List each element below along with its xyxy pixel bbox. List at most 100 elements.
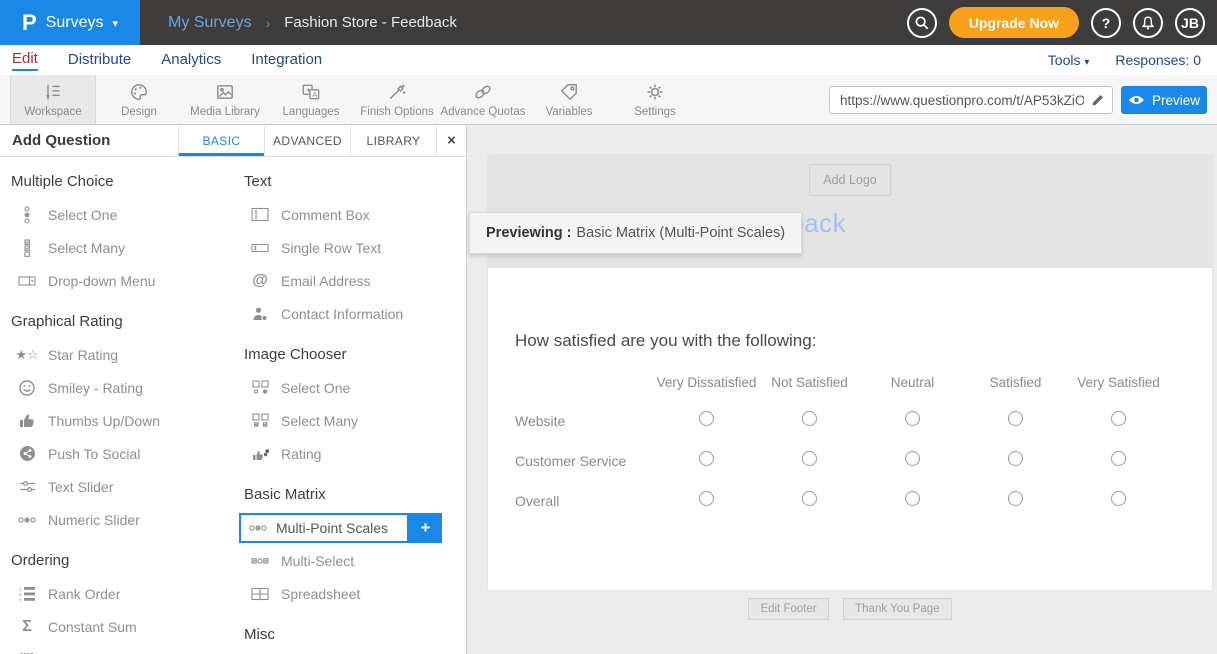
tab-library[interactable]: LIBRARY [350, 125, 436, 156]
matrix-radio[interactable] [802, 451, 817, 466]
dropdown-box-icon [17, 274, 37, 288]
qtype-select-one[interactable]: Select One [0, 198, 117, 231]
help-button[interactable]: ? [1091, 8, 1121, 38]
tools-menu[interactable]: Tools ▾ [1048, 52, 1090, 68]
matrix-row-overall: Overall [515, 481, 1170, 521]
matrix-radio[interactable] [1111, 411, 1126, 426]
main-area: Add Question BASIC ADVANCED LIBRARY × Mu… [0, 125, 1217, 654]
question-col-1: Multiple Choice Select One Select Many D… [0, 157, 233, 654]
svg-text:2: 2 [19, 592, 22, 597]
toolbar-media-library[interactable]: Media Library [182, 75, 268, 124]
matrix-radio[interactable] [1111, 451, 1126, 466]
contact-person-icon [250, 306, 270, 322]
qtype-single-row-text[interactable]: Single Row Text [233, 231, 381, 264]
qtype-drag-and-drop[interactable]: Drag and Drop [0, 643, 140, 654]
tab-analytics[interactable]: Analytics [161, 51, 221, 70]
qtype-rank-order[interactable]: 123 Rank Order [0, 577, 120, 610]
image-icon [215, 81, 235, 103]
preview-button[interactable]: Preview [1121, 86, 1207, 114]
svg-text:A: A [312, 90, 317, 99]
qtype-select-many[interactable]: Select Many [0, 231, 125, 264]
toolbar-languages[interactable]: ✶A Languages [268, 75, 354, 124]
previewing-badge: Previewing : Basic Matrix (Multi-Point S… [469, 212, 802, 254]
qtype-image-rating[interactable]: Rating [233, 437, 321, 470]
qtype-dropdown-menu[interactable]: Drop-down Menu [0, 264, 155, 297]
breadcrumb-separator: › [266, 15, 271, 31]
notifications-button[interactable] [1133, 8, 1163, 38]
qtype-text-slider[interactable]: Text Slider [0, 470, 113, 503]
tag-icon [559, 81, 579, 103]
qtype-email-address[interactable]: @ Email Address [233, 264, 370, 297]
add-question-plus-button[interactable]: + [409, 513, 442, 543]
qtype-smiley-rating[interactable]: Smiley - Rating [0, 371, 143, 404]
tab-integration[interactable]: Integration [251, 51, 322, 70]
matrix-radio[interactable] [1111, 491, 1126, 506]
avatar-initials: JB [1181, 15, 1199, 31]
breadcrumb-my-surveys[interactable]: My Surveys [168, 14, 252, 32]
topbar-actions: Upgrade Now ? JB [907, 7, 1217, 38]
numbered-list-icon: 123 [17, 586, 37, 602]
toolbar-settings[interactable]: Settings [612, 75, 698, 124]
matrix-row-label: Overall [515, 481, 655, 521]
qtype-push-to-social[interactable]: Push To Social [0, 437, 140, 470]
tab-advanced[interactable]: ADVANCED [264, 125, 350, 156]
matrix-radio[interactable] [699, 451, 714, 466]
qtype-comment-box[interactable]: Comment Box [233, 198, 370, 231]
qtype-spreadsheet[interactable]: Spreadsheet [233, 577, 360, 610]
tab-basic[interactable]: BASIC [178, 125, 264, 156]
section-basic-matrix: Basic Matrix Multi-Point Scales + Multi-… [233, 485, 466, 610]
toolbar-advance-quotas[interactable]: Advance Quotas [440, 75, 526, 124]
survey-footer-actions: Edit Footer Thank You Page [488, 598, 1212, 620]
qtype-star-rating[interactable]: ★☆ Star Rating [0, 338, 118, 371]
qtype-multi-select[interactable]: Multi-Select [233, 544, 354, 577]
toolbar-finish-options[interactable]: Finish Options [354, 75, 440, 124]
surveys-product-menu[interactable]: P Surveys ▾ [0, 0, 140, 45]
avatar[interactable]: JB [1175, 8, 1205, 38]
thank-you-page-button[interactable]: Thank You Page [843, 598, 951, 620]
toolbar-variables[interactable]: Variables [526, 75, 612, 124]
palette-icon [129, 81, 149, 103]
search-button[interactable] [907, 8, 937, 38]
qtype-image-select-one[interactable]: Select One [233, 371, 350, 404]
toolbar-design[interactable]: Design [96, 75, 182, 124]
qtype-multi-point-scales[interactable]: Multi-Point Scales [239, 513, 409, 543]
edit-footer-button[interactable]: Edit Footer [748, 598, 828, 620]
matrix-radio[interactable] [905, 411, 920, 426]
close-icon[interactable]: × [436, 125, 466, 156]
matrix-row-label: Website [515, 401, 655, 441]
search-icon [914, 15, 930, 31]
question-text[interactable]: How satisfied are you with the following… [515, 331, 816, 351]
matrix-row-label: Customer Service [515, 441, 655, 481]
qtype-contact-information[interactable]: Contact Information [233, 297, 403, 330]
gear-icon [645, 81, 665, 103]
images-check-icon [250, 413, 270, 428]
breadcrumb: My Surveys › Fashion Store - Feedback [168, 14, 457, 32]
thumb-chart-icon [250, 446, 270, 462]
tab-distribute[interactable]: Distribute [68, 51, 131, 70]
matrix-radio[interactable] [1008, 411, 1023, 426]
section-graphical-rating: Graphical Rating ★☆ Star Rating Smiley -… [0, 312, 233, 536]
matrix-radio[interactable] [699, 411, 714, 426]
qtype-thumbs-up-down[interactable]: Thumbs Up/Down [0, 404, 160, 437]
smiley-icon [17, 379, 37, 397]
survey-body: How satisfied are you with the following… [488, 268, 1212, 590]
qtype-image-select-many[interactable]: Select Many [233, 404, 358, 437]
matrix-row-website: Website [515, 401, 1170, 441]
topbar: P Surveys ▾ My Surveys › Fashion Store -… [0, 0, 1217, 45]
upgrade-now-button[interactable]: Upgrade Now [949, 7, 1079, 38]
matrix-radio[interactable] [802, 491, 817, 506]
matrix-radio[interactable] [905, 451, 920, 466]
qtype-constant-sum[interactable]: Σ Constant Sum [0, 610, 137, 643]
matrix-radio[interactable] [905, 491, 920, 506]
comment-box-icon [250, 207, 270, 222]
toolbar-workspace[interactable]: Workspace [10, 75, 96, 124]
matrix-radio[interactable] [1008, 451, 1023, 466]
qtype-numeric-slider[interactable]: Numeric Slider [0, 503, 140, 536]
matrix-radio[interactable] [802, 411, 817, 426]
matrix-radio[interactable] [1008, 491, 1023, 506]
tab-edit[interactable]: Edit [12, 50, 38, 71]
edit-url-pencil-icon[interactable] [1090, 92, 1106, 108]
matrix-radio[interactable] [699, 491, 714, 506]
add-logo-button[interactable]: Add Logo [809, 164, 891, 196]
survey-url-input[interactable] [829, 86, 1113, 114]
